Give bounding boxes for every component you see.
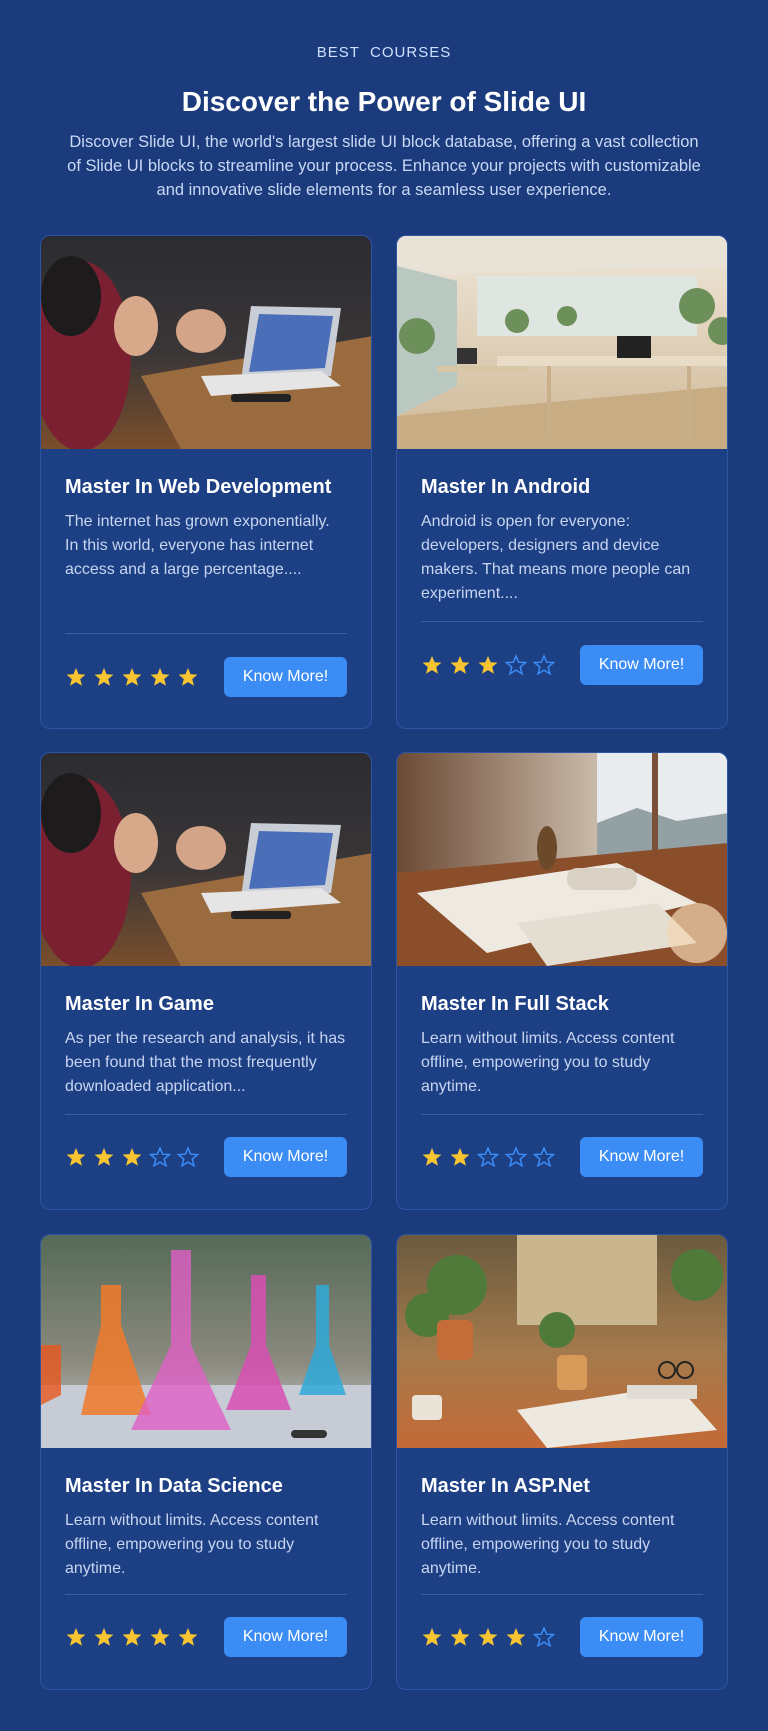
card-divider [421, 1594, 703, 1595]
star-filled-icon [450, 656, 470, 674]
star-empty-icon [533, 1146, 555, 1168]
course-title[interactable]: Master In Full Stack [421, 991, 703, 1017]
star-empty-icon [505, 654, 527, 676]
star-filled-icon [122, 1148, 142, 1166]
course-card: Master In Web Development The internet h… [40, 235, 372, 729]
star-empty-icon [533, 1626, 555, 1648]
star-filled-icon [478, 656, 498, 674]
star-filled-icon [450, 1628, 470, 1646]
star-filled-icon [178, 668, 198, 686]
rating-stars [65, 1146, 199, 1168]
star-filled-icon [178, 1628, 198, 1646]
star-filled-icon [506, 1628, 526, 1646]
course-card: Master In Full Stack Learn without limit… [396, 752, 728, 1210]
star-empty-icon [177, 1146, 199, 1168]
star-filled-icon [150, 668, 170, 686]
course-card: Master In Data Science Learn without lim… [40, 1234, 372, 1690]
page-title: Discover the Power of Slide UI [181, 86, 587, 117]
know-more-button[interactable]: Know More! [580, 1617, 703, 1657]
course-description: Learn without limits. Access content off… [421, 1030, 675, 1095]
know-more-button[interactable]: Know More! [580, 1137, 703, 1177]
know-more-button[interactable]: Know More! [224, 1617, 347, 1657]
eyebrow-label: BEST COURSES [316, 44, 452, 61]
card-divider [65, 1594, 347, 1595]
course-title[interactable]: Master In ASP.Net [421, 1473, 703, 1499]
card-footer: Know More! [421, 1137, 703, 1177]
rating-stars [65, 666, 199, 688]
course-description: Android is open for everyone: developers… [421, 513, 691, 602]
course-card: Master In ASP.Net Learn without limits. … [396, 1234, 728, 1690]
course-description: Learn without limits. Access content off… [421, 1512, 675, 1577]
card-footer: Know More! [65, 1137, 347, 1177]
star-filled-icon [122, 1628, 142, 1646]
star-filled-icon [150, 1628, 170, 1646]
course-description: As per the research and analysis, it has… [65, 1030, 346, 1095]
card-divider [421, 1114, 703, 1115]
course-image-hands-laptop [41, 236, 371, 449]
star-filled-icon [66, 1148, 86, 1166]
star-empty-icon [477, 1146, 499, 1168]
card-footer: Know More! [421, 1617, 703, 1657]
star-filled-icon [66, 1628, 86, 1646]
know-more-button[interactable]: Know More! [224, 657, 347, 697]
course-image-lab-flasks [41, 1235, 371, 1448]
course-card: Master In Game As per the research and a… [40, 752, 372, 1210]
star-filled-icon [422, 1148, 442, 1166]
know-more-button[interactable]: Know More! [224, 1137, 347, 1177]
card-divider [421, 621, 703, 622]
course-card: Master In Android Android is open for ev… [396, 235, 728, 729]
card-divider [65, 633, 347, 634]
star-filled-icon [478, 1628, 498, 1646]
rating-stars [65, 1626, 199, 1648]
course-description: The internet has grown exponentially. In… [65, 513, 330, 578]
course-title[interactable]: Master In Android [421, 474, 703, 500]
card-footer: Know More! [421, 645, 703, 685]
course-image-plants-desk [397, 1235, 727, 1448]
section-header: BEST COURSES Discover the Power of Slide… [0, 0, 768, 202]
card-footer: Know More! [65, 657, 347, 697]
star-empty-icon [149, 1146, 171, 1168]
card-divider [65, 1114, 347, 1115]
course-image-hands-laptop [41, 753, 371, 966]
rating-stars [421, 1626, 555, 1648]
course-grid: Master In Web Development The internet h… [40, 235, 728, 1690]
rating-stars [421, 1146, 555, 1168]
star-filled-icon [94, 1148, 114, 1166]
page-description: Discover Slide UI, the world's largest s… [67, 133, 701, 199]
know-more-button[interactable]: Know More! [580, 645, 703, 685]
course-title[interactable]: Master In Game [65, 991, 347, 1017]
star-filled-icon [94, 668, 114, 686]
card-footer: Know More! [65, 1617, 347, 1657]
star-filled-icon [66, 668, 86, 686]
course-title[interactable]: Master In Data Science [65, 1473, 347, 1499]
course-title[interactable]: Master In Web Development [65, 474, 347, 500]
rating-stars [421, 654, 555, 676]
course-image-desk-books [397, 753, 727, 966]
star-empty-icon [533, 654, 555, 676]
star-filled-icon [122, 668, 142, 686]
course-description: Learn without limits. Access content off… [65, 1512, 319, 1577]
star-filled-icon [422, 1628, 442, 1646]
star-filled-icon [94, 1628, 114, 1646]
star-filled-icon [422, 656, 442, 674]
star-empty-icon [505, 1146, 527, 1168]
star-filled-icon [450, 1148, 470, 1166]
course-image-office [397, 236, 727, 449]
